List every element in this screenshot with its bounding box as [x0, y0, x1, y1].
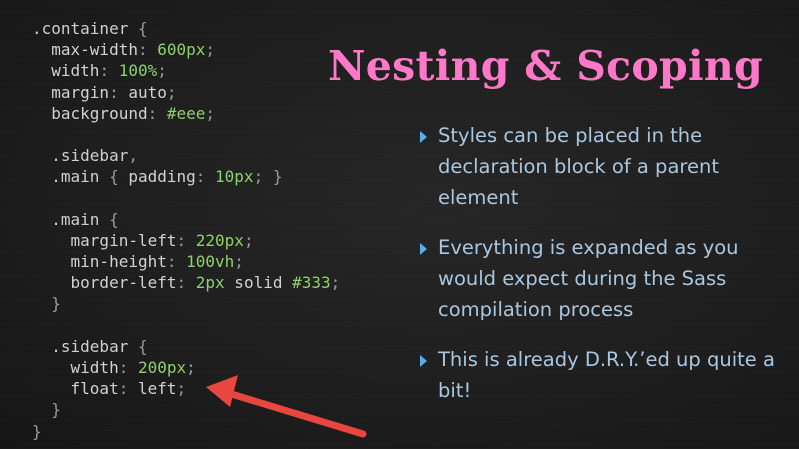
- bullet-item: Everything is expanded as you would expe…: [420, 232, 790, 325]
- code-token: .main: [32, 167, 110, 187]
- code-token: padding: [128, 167, 196, 187]
- code-token: :: [166, 252, 187, 272]
- triangle-bullet-icon: [420, 355, 427, 367]
- code-token: width: [32, 61, 100, 81]
- code-token: {: [137, 336, 148, 356]
- code-token: left: [137, 379, 177, 399]
- code-token: }: [32, 294, 61, 314]
- code-token: min-height: [32, 252, 167, 272]
- code-token: 100vh: [186, 252, 235, 272]
- bullet-text: This is already D.R.Y.’ed up quite a bit…: [438, 348, 775, 402]
- code-token: 220px: [195, 230, 244, 250]
- code-token: ;: [186, 358, 196, 377]
- bullet-item: This is already D.R.Y.’ed up quite a bit…: [420, 344, 790, 406]
- code-token: ;: [166, 82, 177, 102]
- code-line: }: [32, 293, 340, 314]
- code-token: margin-left: [32, 230, 177, 250]
- code-token: ,: [128, 146, 138, 166]
- code-token: 100%: [118, 61, 158, 81]
- code-token: :: [118, 358, 138, 377]
- code-token: ;: [330, 273, 341, 293]
- code-line: .sidebar {: [32, 336, 340, 357]
- bullet-item: Styles can be placed in the declaration …: [420, 120, 790, 213]
- code-token: {: [109, 167, 129, 187]
- code-token: #333: [292, 273, 331, 293]
- code-token: ; }: [253, 167, 283, 187]
- code-token: 10px: [215, 167, 254, 187]
- code-token: width: [32, 358, 119, 377]
- bullet-text: Styles can be placed in the declaration …: [438, 124, 719, 209]
- code-token: float: [32, 379, 119, 399]
- code-token: :: [109, 82, 129, 102]
- code-token: :: [176, 273, 196, 293]
- code-token: :: [137, 40, 158, 60]
- code-token: auto: [128, 82, 167, 102]
- code-token: #eee: [166, 103, 206, 123]
- code-token: .sidebar: [32, 146, 129, 166]
- code-token: .sidebar: [32, 336, 138, 356]
- code-line: border-left: 2px solid #333;: [32, 272, 341, 293]
- code-token: }: [32, 421, 42, 441]
- code-token: }: [32, 400, 61, 420]
- code-line: background: #eee;: [32, 103, 340, 124]
- code-token: ;: [234, 252, 244, 272]
- code-line: .main { padding: 10px; }: [32, 166, 340, 187]
- code-token: ;: [205, 103, 216, 123]
- code-token: :: [176, 230, 196, 250]
- code-line: .container {: [32, 18, 340, 39]
- code-block: .container { max-width: 600px; width: 10…: [32, 18, 340, 442]
- code-line: width: 100%;: [32, 60, 340, 81]
- code-line: float: left;: [32, 378, 340, 399]
- code-line: }: [32, 421, 340, 442]
- code-token: ;: [205, 40, 216, 60]
- code-token: {: [109, 209, 119, 229]
- code-token: .container: [32, 19, 138, 38]
- code-line: width: 200px;: [32, 357, 340, 378]
- code-line: min-height: 100vh;: [32, 251, 340, 272]
- code-token: .main: [32, 209, 110, 229]
- code-token: max-width: [32, 40, 138, 60]
- code-line: margin: auto;: [32, 82, 340, 103]
- code-token: 600px: [157, 40, 206, 60]
- code-token: ;: [176, 379, 187, 399]
- code-token: :: [99, 61, 119, 81]
- code-line: .sidebar,: [32, 145, 340, 166]
- bullet-list: Styles can be placed in the declaration …: [420, 120, 790, 425]
- triangle-bullet-icon: [420, 131, 427, 143]
- bullet-text: Everything is expanded as you would expe…: [438, 236, 739, 321]
- code-token: :: [147, 103, 167, 123]
- code-token: :: [195, 167, 216, 187]
- code-line: margin-left: 220px;: [32, 230, 340, 251]
- code-line: }: [32, 399, 340, 420]
- code-token: :: [118, 379, 138, 399]
- code-token: margin: [32, 82, 110, 102]
- code-token: background: [32, 103, 148, 123]
- code-token: border-left: [32, 273, 177, 293]
- code-token: ;: [243, 230, 254, 250]
- triangle-bullet-icon: [420, 243, 427, 255]
- code-line: .main {: [32, 209, 340, 230]
- slide-title: Nesting & Scoping: [328, 42, 763, 90]
- code-token: {: [137, 19, 148, 38]
- code-token: 200px: [137, 358, 187, 377]
- code-token: solid: [224, 273, 293, 293]
- code-token: 2px: [195, 273, 225, 293]
- code-line: max-width: 600px;: [32, 39, 340, 60]
- code-token: ;: [157, 61, 167, 81]
